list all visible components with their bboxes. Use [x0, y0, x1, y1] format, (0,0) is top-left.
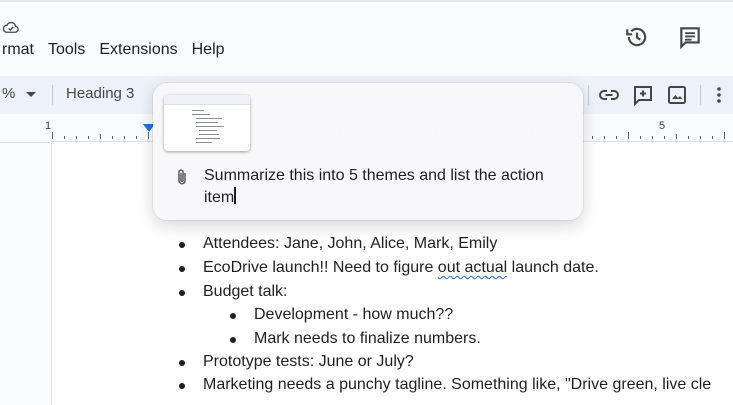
bullet	[230, 337, 236, 343]
ruler-tick	[640, 136, 641, 139]
ruler-tick	[652, 136, 653, 139]
list-item: EcoDrive launch!! Need to figure out act…	[203, 259, 599, 277]
bullet	[179, 290, 185, 296]
bullet	[179, 266, 185, 272]
ruler-tick	[712, 136, 713, 139]
thumbnail-toolbar	[164, 95, 250, 105]
ruler-tick	[604, 136, 605, 139]
menu-format[interactable]: rmat	[2, 41, 34, 63]
ruler-number: 5	[659, 120, 666, 132]
thumbnail-line	[196, 122, 218, 123]
ruler-tick	[628, 132, 629, 139]
list-item: Prototype tests: June or July?	[203, 353, 414, 370]
ruler-tick	[664, 136, 665, 139]
list-item: Budget talk:	[203, 283, 288, 300]
ruler-number: 1	[45, 120, 52, 132]
toolbar-divider	[700, 85, 701, 105]
list-item-text: launch date.	[507, 259, 599, 276]
thumbnail-line	[196, 138, 220, 139]
thumbnail-line	[192, 110, 204, 111]
bullet	[179, 383, 185, 389]
thumbnail-line	[192, 114, 210, 115]
list-item: Attendees: Jane, John, Alice, Mark, Emil…	[203, 235, 498, 252]
toolbar-divider	[52, 85, 53, 105]
ruler-tick	[52, 132, 53, 139]
prompt-text: Summarize this into 5 themes and list th…	[204, 167, 544, 206]
zoom-select[interactable]: %	[2, 85, 15, 102]
docs-app: rmat Tools Extensions Help % Heading 3 1…	[0, 0, 733, 405]
ruler-tick	[676, 134, 677, 139]
comments-icon[interactable]	[677, 24, 703, 50]
ruler-tick	[700, 136, 701, 139]
top-divider	[0, 0, 733, 2]
thumbnail-line	[196, 126, 224, 127]
bullet	[179, 360, 185, 366]
bullet	[230, 313, 236, 319]
ruler-tick	[64, 136, 65, 139]
menu-extensions[interactable]: Extensions	[99, 41, 177, 63]
sub-list-item: Development - how much??	[254, 306, 454, 323]
paragraph-style-select[interactable]: Heading 3	[66, 85, 134, 102]
ruler-tick	[88, 136, 89, 139]
add-comment-icon[interactable]	[631, 83, 655, 107]
ruler-tick	[724, 132, 725, 139]
insert-link-icon[interactable]	[597, 83, 621, 107]
bullet	[179, 242, 185, 248]
ruler-tick	[592, 136, 593, 139]
ruler-tick	[136, 136, 137, 139]
cloud-saved-icon[interactable]	[2, 18, 20, 36]
menu-tools[interactable]: Tools	[48, 41, 85, 63]
chevron-down-icon[interactable]	[26, 92, 36, 97]
thumbnail-line	[199, 134, 219, 135]
ruler-tick	[124, 136, 125, 139]
prompt-input[interactable]: Summarize this into 5 themes and list th…	[204, 165, 574, 209]
menu-help[interactable]: Help	[192, 41, 225, 63]
insert-image-icon[interactable]	[665, 83, 689, 107]
ruler-tick	[616, 136, 617, 139]
attached-document-thumbnail[interactable]	[164, 95, 250, 151]
toolbar-divider	[588, 85, 589, 105]
ruler-tick	[688, 136, 689, 139]
list-item: Marketing needs a punchy tagline. Someth…	[203, 376, 712, 393]
ai-prompt-popup[interactable]: Summarize this into 5 themes and list th…	[153, 83, 583, 220]
ruler-tick	[100, 134, 101, 139]
ruler-tick	[148, 132, 149, 139]
paperclip-icon[interactable]	[173, 167, 191, 187]
ruler-tick	[112, 136, 113, 139]
sub-list-item: Mark needs to finalize numbers.	[254, 330, 481, 347]
thumbnail-line	[196, 118, 222, 119]
thumbnail-line	[199, 130, 217, 131]
grammar-suggestion[interactable]: out actual	[438, 259, 507, 276]
version-history-icon[interactable]	[624, 24, 650, 50]
menu-bar: rmat Tools Extensions Help	[2, 41, 239, 63]
text-caret	[234, 187, 236, 204]
ruler-tick	[76, 136, 77, 139]
more-vert-icon[interactable]	[707, 83, 731, 107]
thumbnail-line	[196, 142, 212, 143]
list-item-text: EcoDrive launch!! Need to figure	[203, 259, 438, 276]
